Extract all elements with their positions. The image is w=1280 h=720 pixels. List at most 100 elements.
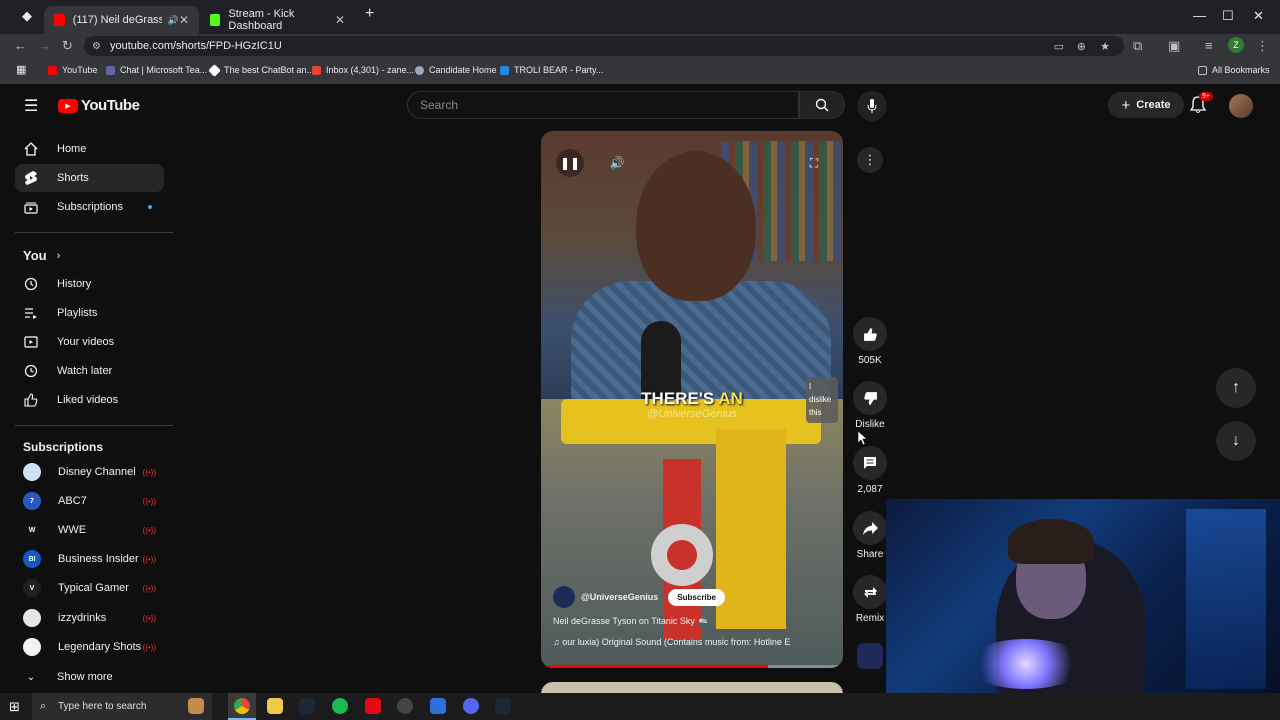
profile-avatar[interactable]: Z (1228, 37, 1244, 53)
subscription-label: Legendary Shots (58, 641, 142, 653)
comment-count: 2,087 (857, 484, 883, 495)
media-icon[interactable]: ≡ (1205, 38, 1213, 53)
subscription-wwe[interactable]: W WWE ((•)) (15, 516, 164, 544)
taskbar-search-input[interactable]: ⌕ Type here to search (32, 693, 212, 720)
speaker-icon[interactable]: 🔊 (168, 15, 179, 26)
tab-search-icon[interactable]: ◆ (22, 8, 32, 24)
video-progress-bar[interactable] (541, 665, 843, 668)
avatar (23, 463, 41, 481)
like-button[interactable] (853, 317, 887, 351)
share-button[interactable] (853, 511, 887, 545)
subscription-typical-gamer[interactable]: V Typical Gamer ((•)) (15, 574, 164, 602)
youtube-logo[interactable]: ▶ YouTube (58, 97, 140, 114)
netflix-icon[interactable] (365, 698, 381, 714)
hamburger-menu-icon[interactable]: ☰ (24, 96, 38, 116)
short-video-player[interactable]: THERE'S AN @UniverseGenius ❚❚ 🔊 ⛶ I disl… (541, 131, 843, 668)
like-action[interactable]: 505K (851, 317, 889, 366)
sidebar-item-label: Liked videos (57, 394, 119, 406)
sidebar-item-shorts[interactable]: Shorts (15, 164, 164, 192)
previous-short-button[interactable]: ↑ (1216, 368, 1256, 408)
close-tab-icon[interactable]: ✕ (179, 13, 189, 27)
channel-avatar[interactable] (553, 586, 575, 608)
sidebar-item-watch-later[interactable]: Watch later (15, 357, 164, 385)
remix-button[interactable] (853, 575, 887, 609)
sound-text: our luxia) Original Sound (Contains musi… (562, 637, 791, 647)
bookmark-youtube[interactable]: YouTube (48, 65, 97, 75)
reload-icon[interactable]: ↻ (62, 38, 73, 54)
subscription-disney-channel[interactable]: Disney Channel ((•)) (15, 458, 164, 486)
address-bar[interactable]: ⚙ youtube.com/shorts/FPD-HGzIC1U ▭ ⊕ ★ (84, 36, 1124, 56)
bookmark-chatbot[interactable]: The best ChatBot an... (208, 63, 314, 77)
account-avatar[interactable] (1229, 94, 1253, 118)
menu-dots-icon[interactable]: ⋮ (1256, 38, 1269, 54)
side-panel-icon[interactable]: ▣ (1168, 38, 1180, 54)
site-info-icon[interactable]: ⚙ (92, 41, 101, 52)
next-short-button[interactable]: ↓ (1216, 421, 1256, 461)
search-input[interactable]: Search (407, 91, 799, 119)
share-action[interactable]: Share (851, 511, 889, 560)
sound-row[interactable]: ♫ our luxia) Original Sound (Contains mu… (553, 637, 838, 647)
subscription-abc7[interactable]: 7 ABC7 ((•)) (15, 487, 164, 515)
back-icon[interactable]: ← (14, 38, 27, 53)
steam-icon[interactable] (299, 698, 315, 714)
bookmark-inbox[interactable]: Inbox (4,301) - zane... (312, 65, 414, 75)
more-options-button[interactable]: ⋮ (857, 147, 883, 173)
forward-icon[interactable]: → (38, 38, 51, 53)
minimize-icon[interactable]: — (1193, 8, 1206, 23)
sound-thumbnail[interactable] (857, 643, 883, 669)
bookmark-teams[interactable]: Chat | Microsoft Tea... (106, 65, 207, 75)
comments-action[interactable]: 2,087 (851, 446, 889, 495)
short-title[interactable]: Neil deGrasse Tyson on Titanic Sky 🚢 (553, 616, 838, 627)
fullscreen-button[interactable]: ⛶ (800, 149, 828, 177)
extensions-icon[interactable]: ⧉ (1133, 38, 1142, 54)
cast-icon[interactable]: ▭ (1054, 40, 1064, 53)
pause-button[interactable]: ❚❚ (556, 149, 584, 177)
sidebar-item-subscriptions[interactable]: Subscriptions (15, 193, 164, 221)
zoom-icon[interactable]: ⊕ (1077, 40, 1086, 53)
sidebar-item-liked-videos[interactable]: Liked videos (15, 386, 164, 414)
volume-button[interactable]: 🔊 (603, 149, 631, 177)
channel-name[interactable]: @UniverseGenius (581, 592, 658, 602)
chrome-app-icon[interactable] (234, 698, 250, 714)
remix-action[interactable]: Remix (851, 575, 889, 624)
new-content-dot (148, 205, 152, 209)
close-window-icon[interactable]: ✕ (1253, 8, 1264, 24)
subscribe-button[interactable]: Subscribe (668, 588, 725, 606)
dislike-action[interactable]: Dislike (851, 381, 889, 430)
apps-grid-icon[interactable]: ▦ (16, 63, 26, 76)
sidebar-divider (15, 425, 173, 426)
dislike-button[interactable] (853, 381, 887, 415)
tab-youtube[interactable]: (117) Neil deGrasse Tyson c 🔊 ✕ (44, 6, 199, 34)
plus-icon: + (1121, 96, 1131, 114)
all-bookmarks[interactable]: All Bookmarks (1198, 65, 1270, 75)
windows-start-icon[interactable]: ⊞ (9, 699, 20, 715)
discord-icon[interactable] (463, 698, 479, 714)
cat-widget-icon[interactable] (188, 698, 204, 714)
sidebar-item-playlists[interactable]: Playlists (15, 299, 164, 327)
obs-icon[interactable] (397, 698, 413, 714)
sidebar-item-history[interactable]: History (15, 270, 164, 298)
bookmark-candidate[interactable]: Candidate Home (415, 65, 497, 75)
subscription-legendary-shots[interactable]: Legendary Shots ((•)) (15, 633, 164, 661)
sidebar-item-your-videos[interactable]: Your videos (15, 328, 164, 356)
subscription-izzydrinks[interactable]: izzydrinks ((•)) (15, 604, 164, 632)
spotify-icon[interactable] (332, 698, 348, 714)
notifications-button[interactable]: 9+ (1189, 92, 1213, 119)
voice-search-button[interactable] (857, 91, 887, 121)
maximize-icon[interactable]: ☐ (1222, 8, 1234, 24)
file-explorer-icon[interactable] (267, 698, 283, 714)
streamlabs-icon[interactable] (430, 698, 446, 714)
close-tab-icon[interactable]: ✕ (335, 13, 345, 27)
create-button[interactable]: + Create (1108, 92, 1184, 118)
bookmark-troli[interactable]: TROLI BEAR - Party... (500, 65, 603, 75)
steam-app-icon[interactable] (495, 698, 511, 714)
subscription-business-insider[interactable]: BI Business Insider ((•)) (15, 545, 164, 573)
tab-kick[interactable]: Stream - Kick Dashboard ✕ (200, 6, 355, 34)
show-more-button[interactable]: ⌄ Show more (15, 663, 164, 691)
comments-button[interactable] (853, 446, 887, 480)
new-tab-icon[interactable]: + (365, 5, 374, 23)
sidebar-you-heading[interactable]: You › (23, 248, 60, 263)
sidebar-item-home[interactable]: Home (15, 135, 164, 163)
bookmark-star-icon[interactable]: ★ (1100, 40, 1110, 53)
search-button[interactable] (799, 91, 845, 119)
